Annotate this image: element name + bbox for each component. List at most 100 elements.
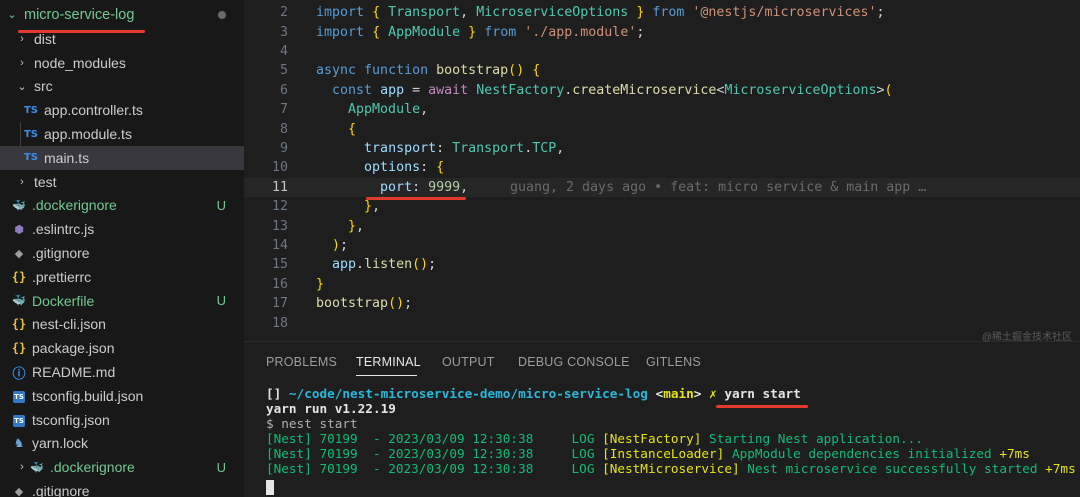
tree-item[interactable]: {} package.json	[0, 336, 244, 360]
eslint-icon: ⬢	[14, 222, 24, 236]
line-number: 11	[271, 179, 288, 195]
log-prefix: [Nest] 70199 - 2023/03/09 12:30:38 LOG	[266, 431, 603, 446]
log-context: [NestMicroservice]	[602, 461, 740, 476]
active-tab-indicator	[356, 375, 417, 376]
tree-item-label: app.module.ts	[44, 126, 132, 143]
typescript-file-icon: TS	[23, 104, 39, 116]
line-number: 4	[279, 43, 288, 59]
panel-tabs: PROBLEMS TERMINAL OUTPUT DEBUG CONSOLE G…	[244, 342, 1080, 382]
tree-item-label: .gitignore	[32, 245, 90, 262]
code-text: );	[332, 237, 349, 253]
code-line[interactable]: 7 AppModule,	[244, 100, 1080, 119]
tree-item[interactable]: 🐳 Dockerfile U	[0, 289, 244, 313]
chevron-right-icon: ›	[20, 175, 24, 188]
tree-item[interactable]: TS tsconfig.build.json	[0, 384, 244, 408]
code-text: import { Transport, MicroserviceOptions …	[316, 5, 885, 21]
modified-dot-icon	[218, 10, 226, 19]
terminal-cursor	[266, 480, 274, 495]
code-line[interactable]: 6 const app = await NestFactory.createMi…	[244, 81, 1080, 100]
tree-item-label: node_modules	[34, 54, 126, 71]
code-line[interactable]: 13 },	[244, 216, 1080, 235]
git-blame-annotation: guang, 2 days ago • feat: micro service …	[510, 179, 927, 195]
tree-item-label: .gitignore	[32, 483, 90, 497]
log-context: [NestFactory]	[602, 431, 702, 446]
code-line[interactable]: 2 import { Transport, MicroserviceOptions…	[244, 3, 1080, 22]
log-message: Nest microservice successfully started	[739, 461, 1046, 476]
code-line[interactable]: 18	[244, 313, 1080, 332]
tree-item[interactable]: ⬢ .eslintrc.js	[0, 217, 244, 241]
code-text: options: {	[364, 160, 445, 176]
code-text: transport: Transport.TCP,	[364, 140, 565, 156]
annotation-underline-root	[18, 30, 145, 33]
tree-item[interactable]: ⓘ README.md	[0, 360, 244, 384]
line-number: 14	[271, 237, 288, 253]
code-text: bootstrap();	[316, 296, 413, 312]
tree-item[interactable]: › 🐳 .dockerignore U	[0, 455, 244, 479]
line-number: 7	[279, 102, 288, 118]
chevron-down-icon: ⌄	[7, 9, 17, 22]
tsconfig-file-icon: TS	[10, 413, 28, 427]
tree-item-label: .prettierrc	[32, 268, 92, 285]
line-number: 5	[279, 63, 288, 79]
code-line[interactable]: 11 port: 9999, guang, 2 days ago • feat: …	[244, 177, 1080, 197]
code-line[interactable]: 10 options: {	[244, 158, 1080, 177]
code-text: app.listen();	[332, 257, 437, 273]
tree-item-label: package.json	[32, 340, 115, 357]
tree-item[interactable]: › test	[0, 170, 244, 194]
code-editor[interactable]: 2 import { Transport, MicroserviceOptions…	[244, 0, 1080, 341]
code-line[interactable]: 3 import { AppModule } from './app.module…	[244, 22, 1080, 41]
tree-item[interactable]: TS main.ts	[0, 146, 244, 170]
tree-item-label: test	[34, 173, 57, 190]
tree-item[interactable]: {} nest-cli.json	[0, 313, 244, 337]
code-line[interactable]: 8 {	[244, 119, 1080, 138]
log-duration: +7ms	[1045, 461, 1076, 476]
terminal-log-line: [Nest] 70199 - 2023/03/09 12:30:38 LOG […	[266, 431, 923, 446]
json-file-icon: {}	[11, 317, 27, 332]
code-line[interactable]: 15 app.listen();	[244, 255, 1080, 274]
log-prefix: [Nest] 70199 - 2023/03/09 12:30:38 LOG	[266, 461, 603, 476]
tab-gitlens[interactable]: GITLENS	[646, 355, 701, 369]
tree-item[interactable]: ◆ .gitignore	[0, 241, 244, 265]
line-number: 16	[271, 276, 288, 292]
tree-item-label: main.ts	[44, 149, 90, 166]
tree-item-label: src	[34, 78, 53, 95]
tsconfig-file-icon: TS	[10, 389, 28, 403]
explorer-sidebar: ⌄ micro-service-log › dist › node_modules ⌄ s…	[0, 0, 244, 497]
code-line[interactable]: 16}	[244, 275, 1080, 294]
code-line[interactable]: 9 transport: Transport.TCP,	[244, 139, 1080, 158]
code-line[interactable]: 14 );	[244, 236, 1080, 255]
explorer-root-folder[interactable]: ⌄ micro-service-log	[0, 3, 244, 27]
code-line[interactable]: 4	[244, 42, 1080, 61]
tree-item[interactable]: {} .prettierrc	[0, 265, 244, 289]
log-message: AppModule dependencies initialized	[724, 446, 1000, 461]
tab-debug-console[interactable]: DEBUG CONSOLE	[518, 355, 630, 369]
git-icon: ◆	[14, 246, 24, 260]
typescript-file-icon: TS	[23, 128, 39, 140]
tree-item[interactable]: TS app.module.ts	[0, 122, 244, 146]
tree-item[interactable]: ♞ yarn.lock	[0, 432, 244, 456]
json-file-icon: {}	[11, 269, 27, 284]
docker-icon: 🐳	[30, 460, 44, 474]
tree-item[interactable]: TS app.controller.ts	[0, 98, 244, 122]
ts-badge-icon: TS	[13, 414, 25, 427]
tree-item-label: app.controller.ts	[44, 102, 143, 119]
annotation-underline-command	[716, 405, 808, 408]
tab-output[interactable]: OUTPUT	[442, 355, 495, 369]
tree-item[interactable]: ◆ .gitignore	[0, 479, 244, 497]
tree-item[interactable]: ⌄ src	[0, 75, 244, 99]
log-message: Starting Nest application...	[701, 431, 923, 446]
code-line[interactable]: 5 async function bootstrap() {	[244, 61, 1080, 80]
tab-terminal[interactable]: TERMINAL	[356, 355, 421, 369]
tree-item[interactable]: › node_modules	[0, 51, 244, 75]
tree-item[interactable]: TS tsconfig.json	[0, 408, 244, 432]
prompt-branch: main	[663, 386, 694, 401]
ts-badge-icon: TS	[13, 390, 25, 403]
typescript-file-icon: TS	[23, 152, 39, 164]
tree-item[interactable]: 🐳 .dockerignore U	[0, 194, 244, 218]
git-status-badge: U	[216, 197, 226, 213]
tab-problems[interactable]: PROBLEMS	[266, 355, 337, 369]
chevron-right-icon: ›	[20, 461, 24, 474]
annotation-underline-port	[366, 197, 466, 200]
json-file-icon: {}	[11, 341, 27, 356]
code-line[interactable]: 17 bootstrap();	[244, 294, 1080, 313]
